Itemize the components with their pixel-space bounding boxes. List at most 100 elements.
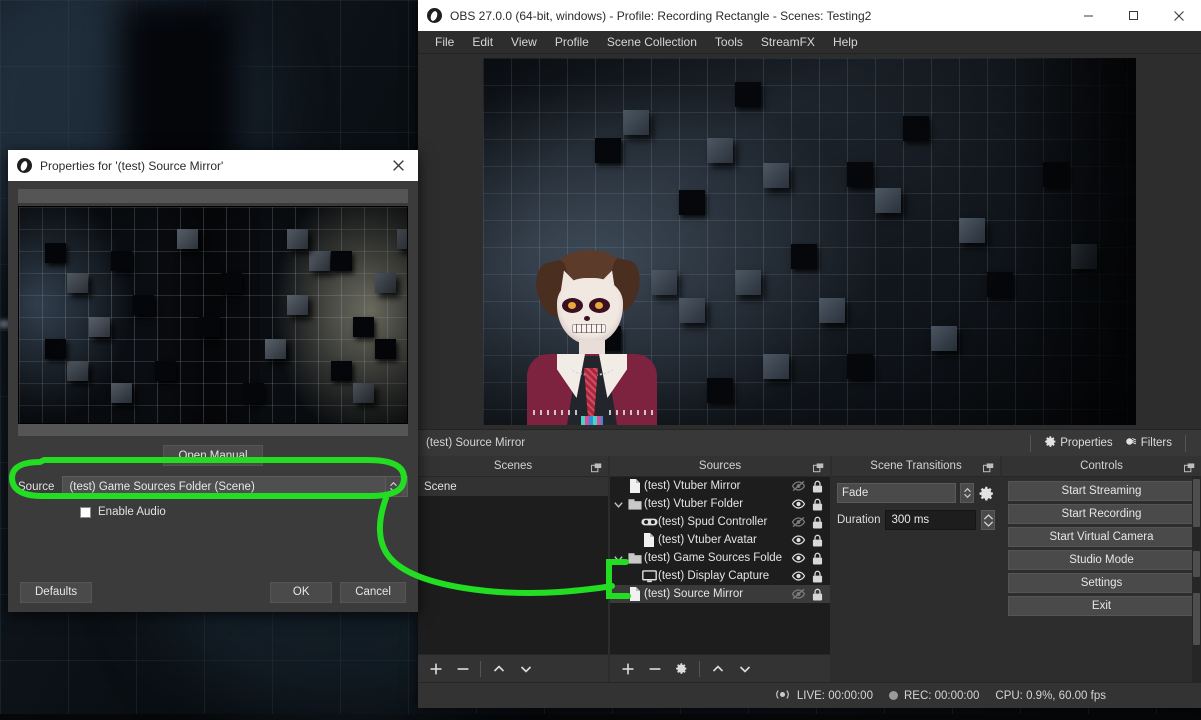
- cpu-status: CPU: 0.9%, 60.00 fps: [995, 690, 1106, 702]
- remove-source-button[interactable]: [641, 657, 668, 681]
- obs-window-title: OBS 27.0.0 (64-bit, windows) - Profile: …: [450, 9, 871, 23]
- duration-stepper[interactable]: [981, 510, 995, 530]
- source-list-item[interactable]: (test) Vtuber Mirror: [610, 477, 830, 495]
- scene-item-label: Scene: [424, 481, 457, 493]
- close-button[interactable]: [1156, 0, 1201, 31]
- sources-title-label: Sources: [699, 460, 741, 472]
- duration-value: 300 ms: [891, 514, 929, 526]
- lock-icon[interactable]: [808, 552, 826, 565]
- studio-mode-button[interactable]: Studio Mode: [1008, 550, 1195, 570]
- toolbar-divider-1: [1030, 435, 1031, 452]
- cancel-button[interactable]: Cancel: [340, 582, 406, 603]
- enable-audio-label: Enable Audio: [98, 506, 166, 518]
- transition-select[interactable]: Fade: [837, 483, 956, 503]
- selected-source-toolbar: (test) Source Mirror Properties Filters: [418, 429, 1201, 456]
- controls-scrollbar[interactable]: [1192, 477, 1201, 682]
- properties-button[interactable]: Properties: [1038, 432, 1118, 454]
- source-properties-button[interactable]: [668, 657, 695, 681]
- visibility-hidden-icon[interactable]: [788, 516, 808, 528]
- menu-help[interactable]: Help: [825, 32, 866, 52]
- preview-area[interactable]: [418, 54, 1201, 429]
- open-manual-button[interactable]: Open Manual: [163, 445, 262, 466]
- visibility-hidden-icon[interactable]: [788, 480, 808, 492]
- undock-icon[interactable]: [983, 461, 994, 472]
- chevron-down-icon[interactable]: [610, 499, 626, 510]
- transition-select-spinner[interactable]: [960, 483, 974, 503]
- menu-view[interactable]: View: [503, 32, 545, 52]
- source-mirror-preview: [18, 206, 408, 424]
- remove-scene-button[interactable]: [449, 657, 476, 681]
- enable-audio-checkbox[interactable]: [80, 507, 91, 518]
- start-recording-button[interactable]: Start Recording: [1008, 504, 1195, 524]
- source-list-item[interactable]: (test) Spud Controller: [610, 513, 830, 531]
- chevron-down-icon[interactable]: [610, 553, 626, 564]
- scenes-footer-toolbar: [418, 654, 608, 682]
- source-select-value: (test) Game Sources Folder (Scene): [69, 481, 254, 493]
- undock-icon[interactable]: [591, 461, 602, 472]
- folder-icon: [626, 552, 644, 565]
- visibility-hidden-icon[interactable]: [788, 588, 808, 600]
- menu-tools[interactable]: Tools: [707, 32, 751, 52]
- undock-icon[interactable]: [1184, 461, 1195, 472]
- transitions-dock-title: Scene Transitions: [832, 456, 1000, 477]
- exit-button[interactable]: Exit: [1008, 596, 1195, 616]
- filters-button[interactable]: Filters: [1119, 432, 1178, 454]
- sources-list[interactable]: (test) Vtuber Mirror (: [610, 477, 830, 654]
- maximize-button[interactable]: [1111, 0, 1156, 31]
- source-list-item[interactable]: (test) Vtuber Folder: [610, 495, 830, 513]
- sources-footer-toolbar: [610, 654, 830, 682]
- duration-input[interactable]: 300 ms: [885, 510, 976, 530]
- menu-file[interactable]: File: [427, 32, 462, 52]
- source-select[interactable]: (test) Game Sources Folder (Scene): [62, 476, 408, 497]
- move-source-down-button[interactable]: [731, 657, 758, 681]
- record-dot-icon: [889, 691, 898, 700]
- scenes-dock-title: Scenes: [418, 456, 608, 477]
- add-scene-button[interactable]: [422, 657, 449, 681]
- visibility-visible-icon[interactable]: [788, 498, 808, 510]
- move-scene-up-button[interactable]: [485, 657, 512, 681]
- visibility-visible-icon[interactable]: [788, 552, 808, 564]
- undock-icon[interactable]: [813, 461, 824, 472]
- move-scene-down-button[interactable]: [512, 657, 539, 681]
- settings-button[interactable]: Settings: [1008, 573, 1195, 593]
- source-select-spinner[interactable]: [385, 477, 401, 496]
- lock-icon[interactable]: [808, 570, 826, 583]
- start-streaming-button[interactable]: Start Streaming: [1008, 481, 1195, 501]
- menu-profile[interactable]: Profile: [547, 32, 597, 52]
- lock-icon[interactable]: [808, 480, 826, 493]
- live-status: LIVE: 00:00:00: [774, 688, 873, 704]
- scene-list-item[interactable]: Scene: [418, 477, 608, 496]
- lock-icon[interactable]: [808, 534, 826, 547]
- scenes-list[interactable]: Scene: [418, 477, 608, 654]
- menu-scene-collection[interactable]: Scene Collection: [599, 32, 705, 52]
- defaults-button[interactable]: Defaults: [20, 582, 92, 603]
- source-list-item[interactable]: (test) Vtuber Avatar: [610, 531, 830, 549]
- broadcast-icon: [774, 688, 791, 704]
- preview-canvas[interactable]: [483, 58, 1136, 425]
- selected-source-name: (test) Source Mirror: [426, 437, 525, 449]
- move-source-up-button[interactable]: [704, 657, 731, 681]
- source-list-item-source-mirror[interactable]: (test) Source Mirror: [610, 585, 830, 603]
- monitor-icon: [640, 570, 658, 583]
- minimize-button[interactable]: [1066, 0, 1111, 31]
- menu-streamfx[interactable]: StreamFX: [753, 32, 823, 52]
- lock-icon[interactable]: [808, 498, 826, 511]
- visibility-visible-icon[interactable]: [788, 534, 808, 546]
- properties-dialog-close-button[interactable]: [378, 150, 418, 181]
- add-source-button[interactable]: [614, 657, 641, 681]
- transitions-title-label: Scene Transitions: [870, 460, 961, 472]
- menu-edit[interactable]: Edit: [464, 32, 501, 52]
- scenes-footer-divider: [480, 661, 481, 677]
- start-virtual-camera-button[interactable]: Start Virtual Camera: [1008, 527, 1195, 547]
- filters-button-label: Filters: [1141, 437, 1172, 449]
- visibility-visible-icon[interactable]: [788, 570, 808, 582]
- properties-dialog: Properties for '(test) Source Mirror': [8, 150, 418, 612]
- source-list-item-game-sources-folder[interactable]: (test) Game Sources Folde: [610, 549, 830, 567]
- source-list-item[interactable]: (test) Display Capture: [610, 567, 830, 585]
- toolbar-divider-2: [1185, 435, 1186, 452]
- transition-properties-gear-icon[interactable]: [978, 485, 995, 502]
- lock-icon[interactable]: [808, 588, 826, 601]
- goggles-icon: [640, 517, 658, 527]
- ok-button[interactable]: OK: [270, 582, 332, 603]
- lock-icon[interactable]: [808, 516, 826, 529]
